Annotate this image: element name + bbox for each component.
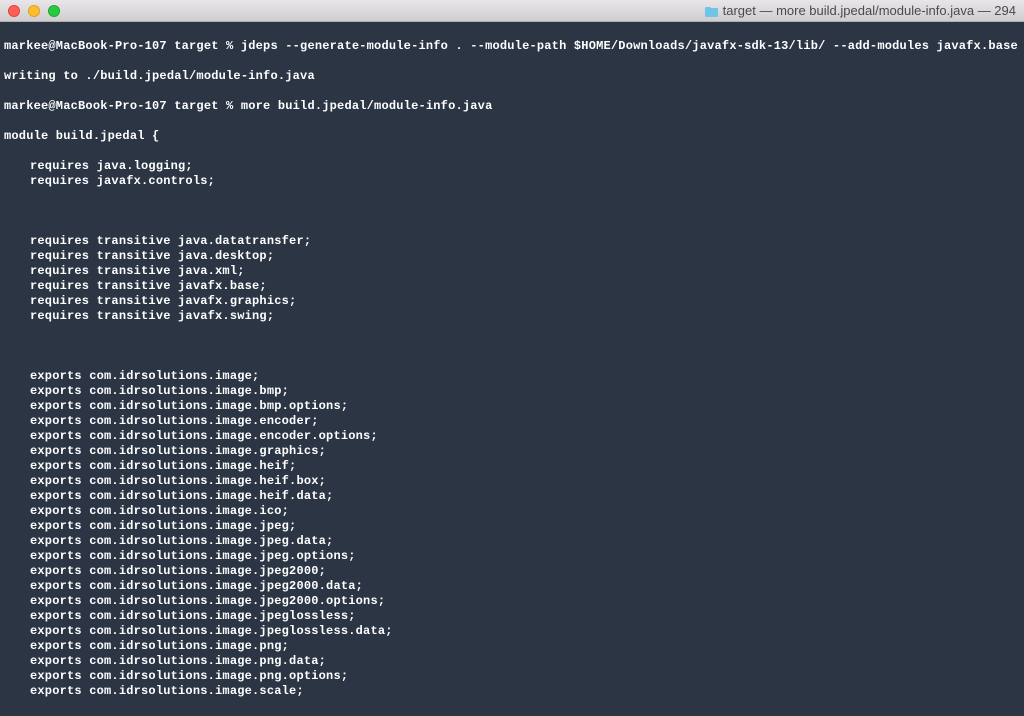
code-line: exports com.idrsolutions.image.graphics;	[4, 444, 1020, 459]
module-declaration: module build.jpedal {	[4, 129, 1020, 144]
exports-group: exports com.idrsolutions.image;exports c…	[4, 369, 1020, 699]
traffic-lights	[8, 5, 60, 17]
code-line: requires transitive java.datatransfer;	[4, 234, 1020, 249]
output-line-writing: writing to ./build.jpedal/module-info.ja…	[4, 69, 1020, 84]
blank-line	[4, 339, 1020, 354]
prompt-line-1: markee@MacBook-Pro-107 target % jdeps --…	[4, 39, 1020, 54]
window-title: target — more build.jpedal/module-info.j…	[705, 3, 1016, 18]
code-line: exports com.idrsolutions.image.jpeg2000.…	[4, 579, 1020, 594]
code-line: exports com.idrsolutions.image.png.data;	[4, 654, 1020, 669]
code-line: requires transitive javafx.graphics;	[4, 294, 1020, 309]
minimize-button[interactable]	[28, 5, 40, 17]
code-line: exports com.idrsolutions.image.heif;	[4, 459, 1020, 474]
folder-icon	[705, 5, 719, 17]
code-line: exports com.idrsolutions.image.jpeg;	[4, 519, 1020, 534]
code-line: requires transitive java.xml;	[4, 264, 1020, 279]
code-line: requires javafx.controls;	[4, 174, 1020, 189]
code-line: exports com.idrsolutions.image.jpeg.data…	[4, 534, 1020, 549]
maximize-button[interactable]	[48, 5, 60, 17]
code-line: exports com.idrsolutions.image.jpeglossl…	[4, 609, 1020, 624]
requires-group-1: requires java.logging;requires javafx.co…	[4, 159, 1020, 189]
code-line: exports com.idrsolutions.image;	[4, 369, 1020, 384]
code-line: requires java.logging;	[4, 159, 1020, 174]
code-line: exports com.idrsolutions.image.scale;	[4, 684, 1020, 699]
requires-group-2: requires transitive java.datatransfer;re…	[4, 234, 1020, 324]
code-line: exports com.idrsolutions.image.encoder.o…	[4, 429, 1020, 444]
code-line: exports com.idrsolutions.image.heif.box;	[4, 474, 1020, 489]
code-line: requires transitive java.desktop;	[4, 249, 1020, 264]
prompt-line-2: markee@MacBook-Pro-107 target % more bui…	[4, 99, 1020, 114]
terminal-output[interactable]: markee@MacBook-Pro-107 target % jdeps --…	[0, 22, 1024, 716]
close-button[interactable]	[8, 5, 20, 17]
code-line: exports com.idrsolutions.image.jpeg2000;	[4, 564, 1020, 579]
code-line: exports com.idrsolutions.image.bmp.optio…	[4, 399, 1020, 414]
code-line: requires transitive javafx.swing;	[4, 309, 1020, 324]
code-line: exports com.idrsolutions.image.ico;	[4, 504, 1020, 519]
code-line: exports com.idrsolutions.image.png.optio…	[4, 669, 1020, 684]
window-title-text: target — more build.jpedal/module-info.j…	[723, 3, 1016, 18]
code-line: exports com.idrsolutions.image.jpeg2000.…	[4, 594, 1020, 609]
window-titlebar: target — more build.jpedal/module-info.j…	[0, 0, 1024, 22]
code-line: exports com.idrsolutions.image.jpeg.opti…	[4, 549, 1020, 564]
code-line: exports com.idrsolutions.image.jpeglossl…	[4, 624, 1020, 639]
code-line: requires transitive javafx.base;	[4, 279, 1020, 294]
blank-line	[4, 204, 1020, 219]
code-line: exports com.idrsolutions.image.encoder;	[4, 414, 1020, 429]
code-line: exports com.idrsolutions.image.heif.data…	[4, 489, 1020, 504]
code-line: exports com.idrsolutions.image.bmp;	[4, 384, 1020, 399]
code-line: exports com.idrsolutions.image.png;	[4, 639, 1020, 654]
